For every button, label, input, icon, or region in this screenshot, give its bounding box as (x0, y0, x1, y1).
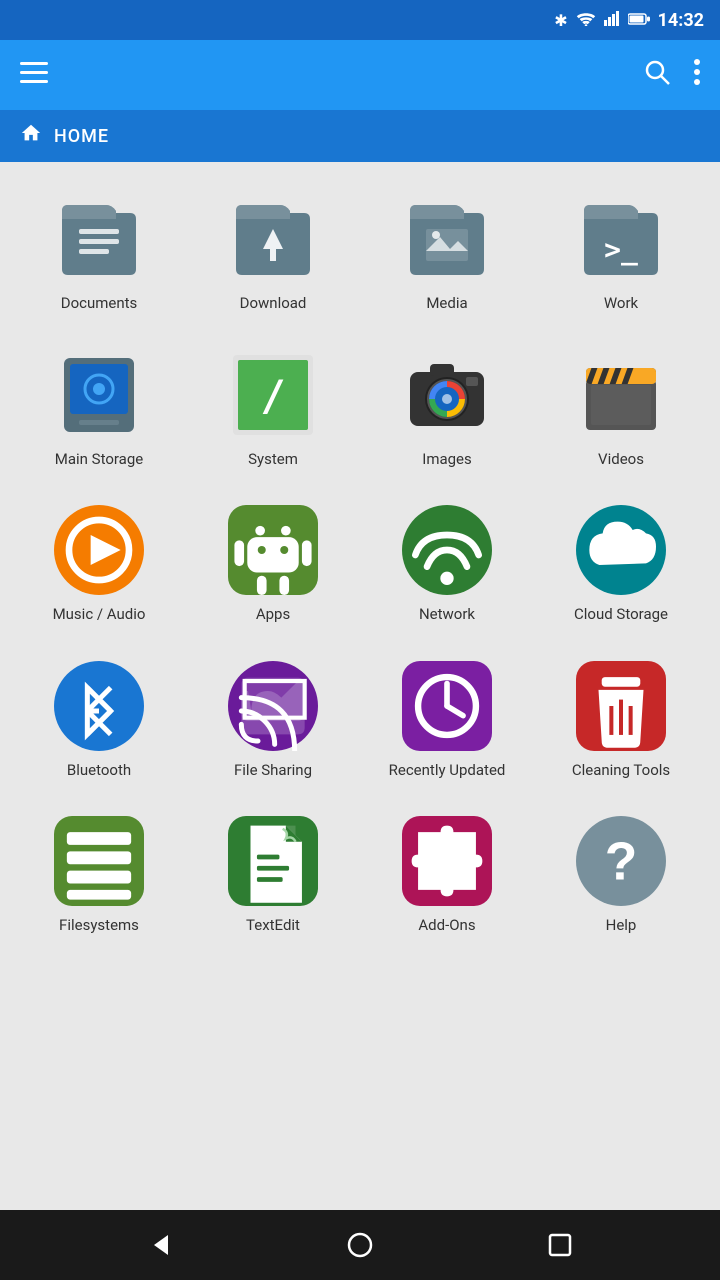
app-grid: Documents Download (8, 178, 712, 948)
main-storage-icon (54, 350, 144, 440)
svg-text:>_: >_ (604, 233, 638, 266)
list-item[interactable]: Documents (16, 178, 182, 326)
wifi-status-icon (576, 10, 596, 30)
cleaning-tools-icon (576, 661, 666, 751)
media-icon (402, 194, 492, 284)
toolbar-left (20, 62, 48, 88)
help-label: Help (606, 916, 637, 936)
list-item[interactable]: Images (364, 334, 530, 482)
filesystems-label: Filesystems (59, 916, 139, 936)
system-icon: / (228, 350, 318, 440)
list-item[interactable]: Apps (190, 489, 356, 637)
bottom-nav (0, 1210, 720, 1280)
videos-icon (576, 350, 666, 440)
list-item[interactable]: >_ Work (538, 178, 704, 326)
list-item[interactable]: Add-Ons (364, 800, 530, 948)
status-icons: ✱ 14:32 (554, 10, 704, 31)
recently-updated-icon (402, 661, 492, 751)
home-button[interactable] (335, 1220, 385, 1270)
network-icon (402, 505, 492, 595)
list-item[interactable]: Cleaning Tools (538, 645, 704, 793)
file-sharing-label: File Sharing (234, 761, 312, 781)
music-audio-label: Music / Audio (53, 605, 146, 625)
add-ons-icon (402, 816, 492, 906)
more-options-icon[interactable] (694, 59, 700, 91)
breadcrumb-label: Home (54, 126, 109, 147)
work-label: Work (604, 294, 638, 314)
list-item[interactable]: File Sharing (190, 645, 356, 793)
list-item[interactable]: ? Help (538, 800, 704, 948)
textedit-icon (228, 816, 318, 906)
list-item[interactable]: Network (364, 489, 530, 637)
videos-label: Videos (598, 450, 644, 470)
images-label: Images (422, 450, 472, 470)
bluetooth-label: Bluetooth (67, 761, 131, 781)
list-item[interactable]: Main Storage (16, 334, 182, 482)
download-icon (228, 194, 318, 284)
list-item[interactable]: Music / Audio (16, 489, 182, 637)
music-audio-icon (54, 505, 144, 595)
menu-icon[interactable] (20, 62, 48, 88)
svg-text:/: / (260, 371, 285, 420)
documents-icon (54, 194, 144, 284)
home-icon (20, 122, 42, 150)
list-item[interactable]: Download (190, 178, 356, 326)
documents-label: Documents (61, 294, 138, 314)
status-time: 14:32 (658, 10, 704, 31)
toolbar-right (644, 59, 700, 91)
signal-status-icon (604, 10, 620, 30)
cloud-storage-icon (576, 505, 666, 595)
work-icon: >_ (576, 194, 666, 284)
main-storage-label: Main Storage (55, 450, 143, 470)
toolbar (0, 40, 720, 110)
list-item[interactable]: Media (364, 178, 530, 326)
media-label: Media (426, 294, 467, 314)
grid-container: Documents Download (0, 162, 720, 1210)
list-item[interactable]: Recently Updated (364, 645, 530, 793)
add-ons-label: Add-Ons (418, 916, 475, 936)
list-item[interactable]: Videos (538, 334, 704, 482)
back-button[interactable] (135, 1220, 185, 1270)
network-label: Network (419, 605, 475, 625)
recently-updated-label: Recently Updated (389, 761, 506, 781)
cloud-storage-label: Cloud Storage (574, 605, 668, 625)
cleaning-tools-label: Cleaning Tools (572, 761, 670, 781)
breadcrumb: Home (0, 110, 720, 162)
status-bar: ✱ 14:32 (0, 0, 720, 40)
help-icon: ? (576, 816, 666, 906)
search-icon[interactable] (644, 59, 670, 91)
textedit-label: TextEdit (246, 916, 300, 936)
bluetooth-icon (54, 661, 144, 751)
filesystems-icon (54, 816, 144, 906)
system-label: System (248, 450, 298, 470)
battery-status-icon (628, 11, 650, 30)
images-icon (402, 350, 492, 440)
list-item[interactable]: Cloud Storage (538, 489, 704, 637)
list-item[interactable]: Filesystems (16, 800, 182, 948)
file-sharing-icon (228, 661, 318, 751)
download-label: Download (240, 294, 307, 314)
list-item[interactable]: Bluetooth (16, 645, 182, 793)
list-item[interactable]: / System (190, 334, 356, 482)
svg-text:?: ? (605, 832, 638, 891)
apps-label: Apps (256, 605, 290, 625)
bluetooth-status-icon: ✱ (554, 11, 567, 30)
apps-icon (228, 505, 318, 595)
recent-apps-button[interactable] (535, 1220, 585, 1270)
list-item[interactable]: TextEdit (190, 800, 356, 948)
